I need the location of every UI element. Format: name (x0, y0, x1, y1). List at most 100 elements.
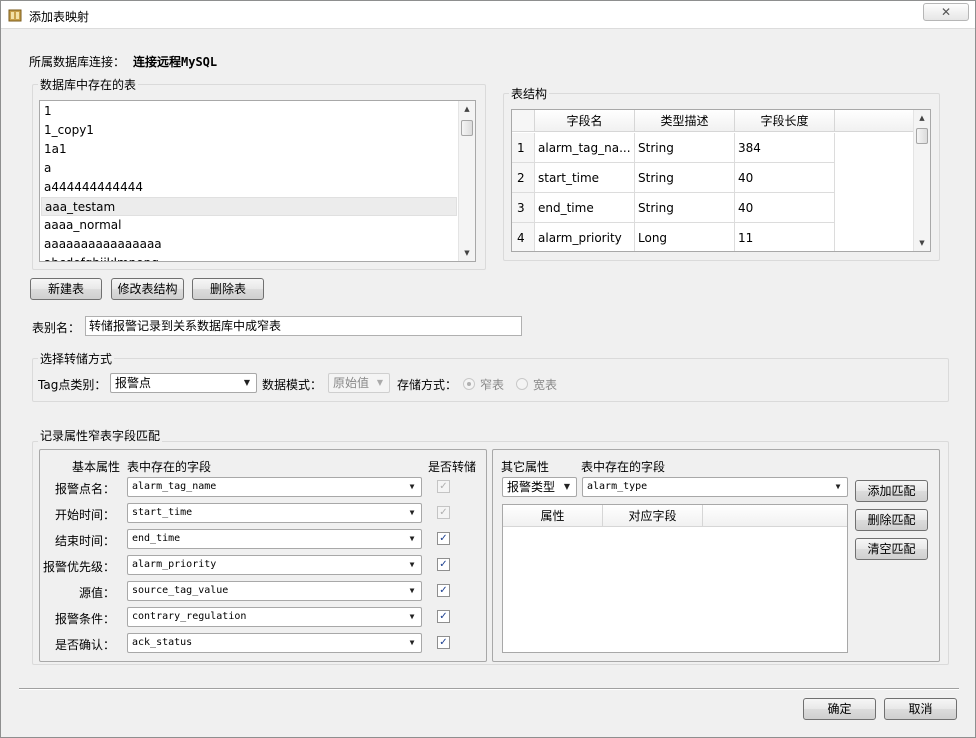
tables-list[interactable]: 1 1_copy1 1a1 a a444444444444 aaa_testam aaaa_… (39, 100, 476, 262)
chevron-down-icon: ▼ (835, 482, 841, 491)
tag-type-value: 报警点 (115, 376, 152, 390)
header-type[interactable]: 类型描述 (635, 110, 735, 132)
table-cell-type[interactable]: String (635, 193, 735, 223)
table-list-item[interactable]: aaaaaaaaaaaaaaaa (44, 235, 162, 254)
chevron-down-icon: ▼ (563, 482, 571, 491)
scroll-down-icon[interactable]: ▼ (914, 235, 930, 251)
match-header-field[interactable]: 对应字段 (603, 505, 703, 527)
cancel-button[interactable]: 取消 (884, 698, 957, 720)
title-bar: 添加表映射 ✕ (1, 1, 975, 29)
store-checkbox[interactable]: ✓ (437, 558, 450, 571)
mapping-field-select[interactable]: ack_status ▼ (127, 633, 422, 653)
table-list-item[interactable]: a (44, 159, 51, 178)
header-filler (835, 110, 913, 132)
mapping-field-select[interactable]: end_time ▼ (127, 529, 422, 549)
table-cell-length[interactable]: 11 (735, 223, 835, 251)
table-list-item[interactable]: 1_copy1 (44, 121, 94, 140)
table-cell-length[interactable]: 384 (735, 133, 835, 163)
store-checkbox[interactable]: ✓ (437, 584, 450, 597)
table-list-item[interactable]: abcdefghijklmnopq (44, 254, 159, 261)
scroll-thumb[interactable] (461, 120, 473, 136)
table-list-item[interactable]: a444444444444 (44, 178, 143, 197)
other-field-select[interactable]: alarm_type ▼ (582, 477, 848, 497)
match-table[interactable]: 属性 对应字段 (502, 504, 848, 653)
scroll-down-icon[interactable]: ▼ (459, 245, 475, 261)
mapping-field-select[interactable]: source_tag_value ▼ (127, 581, 422, 601)
narrow-radio[interactable] (463, 378, 475, 390)
match-header-filler (703, 505, 847, 527)
delete-table-button[interactable]: 删除表 (192, 278, 264, 300)
store-checkbox[interactable]: ✓ (437, 480, 450, 493)
header-field-name[interactable]: 字段名 (535, 110, 635, 132)
store-checkbox[interactable]: ✓ (437, 506, 450, 519)
row-number[interactable]: 4 (512, 223, 535, 251)
header-length[interactable]: 字段长度 (735, 110, 835, 132)
mapping-row-label: 是否确认： (54, 638, 115, 652)
chevron-down-icon: ▼ (376, 378, 384, 387)
row-number[interactable]: 2 (512, 163, 535, 193)
clear-match-button[interactable]: 清空匹配 (855, 538, 928, 560)
table-cell-type[interactable]: String (635, 133, 735, 163)
new-table-button[interactable]: 新建表 (30, 278, 102, 300)
chevron-down-icon: ▼ (409, 508, 415, 517)
mapping-field-value: alarm_tag_name (132, 481, 217, 492)
table-cell-type[interactable]: String (635, 163, 735, 193)
table-cell-name[interactable]: end_time (535, 193, 635, 223)
table-cell-length[interactable]: 40 (735, 163, 835, 193)
alias-label: 表别名： (32, 321, 81, 335)
table-list-item[interactable]: aaaa_normal (44, 216, 121, 235)
store-checkbox[interactable]: ✓ (437, 636, 450, 649)
alias-input[interactable]: 转储报警记录到关系数据库中成窄表 (85, 316, 522, 336)
dialog-window: 添加表映射 ✕ 所属数据库连接： 连接远程MySQL 数据库中存在的表 1 1_c… (0, 0, 976, 738)
store-checkbox[interactable]: ✓ (437, 532, 450, 545)
row-number[interactable]: 1 (512, 133, 535, 163)
mapping-row-label: 报警条件： (54, 612, 115, 626)
delete-match-button[interactable]: 删除匹配 (855, 509, 928, 531)
table-list-item[interactable]: 1 (44, 102, 52, 121)
col-store-header: 是否转储 (428, 460, 477, 474)
chevron-down-icon: ▼ (409, 482, 415, 491)
other-attr-select[interactable]: 报警类型 ▼ (502, 477, 577, 497)
mapping-field-select[interactable]: alarm_priority ▼ (127, 555, 422, 575)
window-title: 添加表映射 (29, 10, 90, 24)
narrow-label: 窄表 (480, 378, 505, 392)
table-list-item[interactable]: 1a1 (44, 140, 67, 159)
store-checkbox[interactable]: ✓ (437, 610, 450, 623)
storage-group-title: 选择转储方式 (38, 350, 115, 367)
close-button[interactable]: ✕ (923, 3, 969, 21)
table-cell-type[interactable]: Long (635, 223, 735, 251)
row-number[interactable]: 3 (512, 193, 535, 223)
tag-type-select[interactable]: 报警点 ▼ (110, 373, 257, 393)
table-cell-name[interactable]: start_time (535, 163, 635, 193)
data-mode-select[interactable]: 原始值 ▼ (328, 373, 390, 393)
mapping-field-select[interactable]: contrary_regulation ▼ (127, 607, 422, 627)
mapping-row-label: 源值： (78, 586, 115, 600)
app-icon (8, 9, 22, 22)
modify-table-button[interactable]: 修改表结构 (111, 278, 184, 300)
ok-button[interactable]: 确定 (803, 698, 876, 720)
table-cell-name[interactable]: alarm_tag_na... (535, 133, 635, 163)
scroll-up-icon[interactable]: ▲ (914, 110, 930, 126)
table-list-item[interactable]: aaa_testam (41, 197, 457, 216)
wide-radio[interactable] (516, 378, 528, 390)
mapping-field-select[interactable]: start_time ▼ (127, 503, 422, 523)
chevron-down-icon: ▼ (409, 534, 415, 543)
chevron-down-icon: ▼ (409, 638, 415, 647)
tables-scrollbar[interactable]: ▲ ▼ (458, 101, 475, 261)
tag-type-label: Tag点类别： (38, 378, 107, 392)
scroll-thumb[interactable] (916, 128, 928, 144)
structure-scrollbar[interactable]: ▲ ▼ (913, 110, 930, 251)
structure-group-title: 表结构 (509, 85, 550, 102)
corner-header (512, 110, 535, 132)
match-header-attr[interactable]: 属性 (503, 505, 603, 527)
add-match-button[interactable]: 添加匹配 (855, 480, 928, 502)
other-field-value: alarm_type (587, 481, 648, 492)
storage-label: 存储方式： (397, 378, 458, 392)
mapping-field-value: end_time (132, 533, 181, 544)
connection-value: 连接远程MySQL (133, 55, 218, 69)
structure-table[interactable]: 字段名 类型描述 字段长度 1 alarm_tag_na... String 384 2… (511, 109, 931, 252)
mapping-field-select[interactable]: alarm_tag_name ▼ (127, 477, 422, 497)
scroll-up-icon[interactable]: ▲ (459, 101, 475, 117)
table-cell-length[interactable]: 40 (735, 193, 835, 223)
table-cell-name[interactable]: alarm_priority (535, 223, 635, 251)
